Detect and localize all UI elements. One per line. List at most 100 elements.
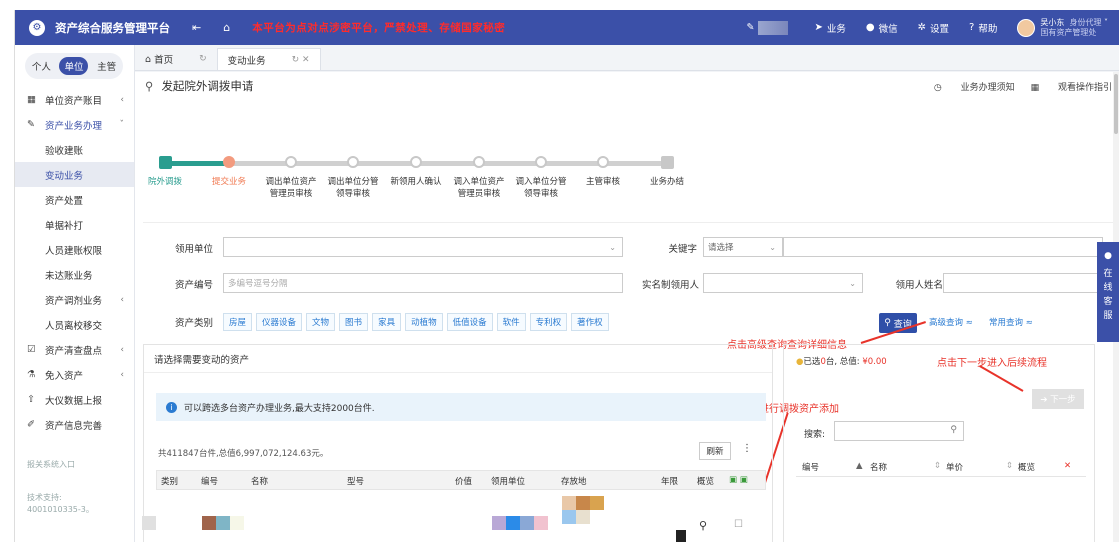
avatar[interactable] xyxy=(1017,18,1036,37)
user-info[interactable]: 吴小东 身份代理 ˅ 国有资产管理处 xyxy=(1040,18,1108,38)
refresh-close-icon[interactable]: ↻ ✕ xyxy=(292,55,310,65)
column-header[interactable]: 型号 xyxy=(347,475,364,487)
category-chip[interactable]: 房屋 xyxy=(223,313,253,331)
search-icon[interactable]: ⚲ xyxy=(699,519,707,532)
column-header[interactable]: 存放地 xyxy=(561,475,587,487)
sidebar-item-unreached[interactable]: 未达账业务 xyxy=(15,262,134,287)
tab-home[interactable]: ⌂ 首页 ↻ xyxy=(135,48,217,70)
category-chip[interactable]: 图书 xyxy=(339,313,369,331)
steps-progress xyxy=(165,161,229,166)
sort-icon[interactable]: ⇕ xyxy=(934,461,941,471)
column-header[interactable]: 概览 xyxy=(697,475,714,487)
more-icon[interactable]: ⋮ xyxy=(742,443,752,454)
chevron-left-icon: ‹ xyxy=(120,369,124,380)
sidebar-item-inventory[interactable]: ☑ 资产清查盘点 ‹ xyxy=(15,337,134,362)
category-chip[interactable]: 低值设备 xyxy=(446,313,493,331)
search-icon: ⚲ xyxy=(950,425,957,435)
search-form: 领用单位 ⌄ 关键字 请选择 ⌄ 资产编号 多编号逗号分隔 实名制领用人 ⌄ 领用… xyxy=(143,222,1115,334)
column-header[interactable]: 名称 xyxy=(870,461,887,473)
sort-icon[interactable]: ⇕ xyxy=(1006,461,1013,471)
category-chip[interactable]: 动植物 xyxy=(405,313,443,331)
help-menu[interactable]: ? 帮助 xyxy=(969,21,997,35)
advanced-query-link[interactable]: 高级查询 ≈ xyxy=(929,316,973,328)
column-header[interactable]: 编号 xyxy=(802,461,819,473)
business-menu[interactable]: ➤ 业务 xyxy=(814,21,845,35)
unit-select[interactable]: ⌄ xyxy=(223,237,623,257)
flask-icon: ⚗ xyxy=(27,369,36,380)
user-name-input[interactable] xyxy=(943,273,1103,293)
business-notice-link[interactable]: ◷ 业务办理须知 xyxy=(934,80,1015,93)
home-icon[interactable]: ⌂ xyxy=(223,21,230,34)
asset-no-label: 资产编号 xyxy=(174,280,213,291)
blurred-cell xyxy=(576,496,590,510)
wechat-menu[interactable]: ● 微信 xyxy=(866,21,898,35)
column-header[interactable]: 价值 xyxy=(455,475,472,487)
collapse-sidebar-icon[interactable]: ⇤ xyxy=(192,21,201,34)
realname-label: 实名制领用人 xyxy=(641,280,699,291)
column-header[interactable]: 名称 xyxy=(251,475,268,487)
guide-link[interactable]: ▦ 观看操作指引 xyxy=(1031,80,1112,93)
sidebar-item-reprint[interactable]: 单据补打 xyxy=(15,212,134,237)
realname-select[interactable]: ⌄ xyxy=(703,273,863,293)
grid-icon: ▦ xyxy=(27,94,36,105)
asset-no-input[interactable]: 多编号逗号分隔 xyxy=(223,273,623,293)
scope-supervisor[interactable]: 主管 xyxy=(92,57,121,75)
keyword-type-select[interactable]: 请选择 ⌄ xyxy=(703,237,783,257)
blurred-cell xyxy=(230,516,244,530)
sidebar-item-change-business[interactable]: 变动业务 xyxy=(15,162,134,187)
top-bar: ⚙ 资产综合服务管理平台 ⇤ ⌂ 本平台为点对点涉密平台，严禁处理、存储国家秘密… xyxy=(15,10,1119,45)
column-header[interactable]: 年限 xyxy=(661,475,678,487)
sidebar-item-info[interactable]: ✐ 资产信息完善 xyxy=(15,412,134,437)
common-query-link[interactable]: 常用查询 ≈ xyxy=(989,316,1033,328)
column-header[interactable]: 概览 xyxy=(1018,461,1035,473)
send-icon: ➤ xyxy=(814,22,823,33)
blurred-field xyxy=(758,20,789,35)
scope-personal[interactable]: 个人 xyxy=(27,57,56,75)
app-window: ⚙ 资产综合服务管理平台 ⇤ ⌂ 本平台为点对点涉密平台，严禁处理、存储国家秘密… xyxy=(14,10,1119,542)
panel-title: 请选择需要变动的资产 xyxy=(144,345,772,373)
category-chip[interactable]: 仪器设备 xyxy=(256,313,303,331)
category-chip[interactable]: 著作权 xyxy=(571,313,609,331)
keyword-input[interactable] xyxy=(783,237,1103,257)
export-icon[interactable]: ▣ ▣ xyxy=(729,475,748,485)
next-step-button[interactable]: ➔ 下一步 xyxy=(1032,389,1084,409)
column-header[interactable]: 领用单位 xyxy=(491,475,525,487)
checkbox[interactable]: ☐ xyxy=(734,519,743,530)
category-chip[interactable]: 专利权 xyxy=(529,313,568,331)
delete-icon[interactable]: ✕ xyxy=(1064,461,1071,471)
category-chip[interactable]: 软件 xyxy=(496,313,526,331)
column-header[interactable]: 编号 xyxy=(201,475,218,487)
sidebar-item-unit-accounts[interactable]: ▦ 单位资产账目 ‹ xyxy=(15,87,134,112)
scroll-thumb[interactable] xyxy=(1114,74,1118,134)
sidebar-item-acceptance[interactable]: 验收建账 xyxy=(15,137,134,162)
scope-unit[interactable]: 单位 xyxy=(59,57,89,75)
upload-icon: ⇧ xyxy=(27,394,35,405)
tab-change-business[interactable]: 变动业务 ↻ ✕ xyxy=(216,48,321,70)
table-row[interactable]: ⚲ ☐ xyxy=(142,490,766,542)
edit-icon[interactable]: ✎ xyxy=(747,22,755,33)
sort-icon[interactable]: ▲ xyxy=(856,461,863,471)
sidebar-menu: ▦ 单位资产账目 ‹ ✎ 资产业务办理 ˇ 验收建账 变动业务 资产处置 单据补打 人员… xyxy=(15,87,134,437)
sidebar-item-report[interactable]: ⇧ 大仪数据上报 xyxy=(15,387,134,412)
category-chip[interactable]: 家具 xyxy=(372,313,402,331)
step-node-1 xyxy=(159,156,172,169)
settings-menu[interactable]: ✲ 设置 xyxy=(918,21,949,35)
sidebar-item-disposal[interactable]: 资产处置 xyxy=(15,187,134,212)
selected-panel: ●已选0台, 总值: ¥0.00 ➔ 下一步 搜索: ⚲ 编号 ▲ 名称 ⇕ 单… xyxy=(783,344,1095,542)
sidebar-item-asset-business[interactable]: ✎ 资产业务办理 ˇ xyxy=(15,112,134,137)
sidebar-item-handover[interactable]: 人员离校移交 xyxy=(15,312,134,337)
search-input[interactable]: ⚲ xyxy=(834,421,964,441)
chat-icon: ● xyxy=(1104,251,1112,261)
category-chip[interactable]: 文物 xyxy=(306,313,336,331)
blurred-cell xyxy=(562,510,576,524)
column-header[interactable]: 类别 xyxy=(161,475,178,487)
sidebar-item-adjustment[interactable]: 资产调剂业务 ‹ xyxy=(15,287,134,312)
column-header[interactable]: 单价 xyxy=(946,461,963,473)
refresh-button[interactable]: 刷新 xyxy=(699,442,731,460)
online-service-button[interactable]: ● 在线客服 xyxy=(1097,242,1119,342)
logo-icon: ⚙ xyxy=(29,19,45,36)
sidebar-item-permissions[interactable]: 人员建账权限 xyxy=(15,237,134,262)
refresh-icon[interactable]: ↻ xyxy=(199,54,207,64)
customs-link[interactable]: 报关系统入口 xyxy=(15,459,134,470)
sidebar-item-exempt[interactable]: ⚗ 免入资产 ‹ xyxy=(15,362,134,387)
